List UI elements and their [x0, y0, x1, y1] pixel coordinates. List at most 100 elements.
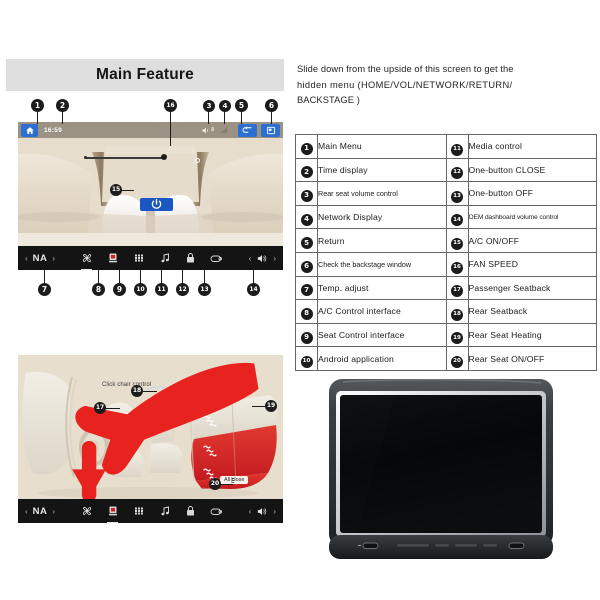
row-number-cell: 4 — [295, 204, 318, 230]
one-button-close-icon — [187, 253, 195, 263]
legend-number: 17 — [451, 285, 463, 298]
callout-14: 14 — [247, 283, 260, 296]
leader-line-9 — [119, 270, 120, 284]
all-close-badge[interactable]: All close — [220, 476, 249, 484]
return-arrow-icon — [242, 125, 252, 133]
legend-number: 18 — [451, 308, 463, 321]
table-row: 3 Rear seat volume control 13 One-button… — [295, 181, 597, 206]
leader-line-4 — [224, 110, 225, 124]
table-row: 1 Main Menu 11 Media control — [295, 134, 597, 159]
one-button-off-button[interactable] — [210, 252, 223, 265]
seat-control-icon — [108, 506, 117, 516]
legend-label: A/C ON/OFF — [467, 228, 597, 253]
heat-wave-icon — [231, 477, 235, 483]
callout-13: 13 — [198, 283, 211, 296]
media-control-button[interactable] — [158, 252, 171, 265]
callout-9: 9 — [113, 283, 126, 296]
fan-speed-min-dot — [84, 156, 87, 159]
legend-number: 2 — [300, 166, 313, 179]
return-button[interactable] — [238, 123, 257, 137]
vol-next-arrow[interactable]: › — [273, 254, 276, 263]
temp-adjust-control[interactable]: ‹ NA › — [25, 253, 55, 264]
page-title: Main Feature — [95, 66, 194, 83]
ac-control-button-2[interactable] — [80, 505, 93, 518]
row-number-cell: 2 — [295, 157, 318, 183]
legend-number: 15 — [451, 238, 463, 251]
vol-prev-arrow[interactable]: ‹ — [249, 254, 252, 263]
one-button-close-button[interactable] — [184, 252, 197, 265]
intro-line-3: BACKSTAGE ) — [297, 95, 360, 105]
android-apps-button[interactable] — [132, 252, 145, 265]
table-row: 9 Seat Control interface 19 Rear Seat He… — [295, 322, 597, 348]
media-control-button-2[interactable] — [158, 505, 171, 518]
seat-control-icon — [108, 253, 117, 263]
vol-prev-arrow-2[interactable]: ‹ — [249, 507, 252, 516]
legend-number: 10 — [300, 356, 313, 369]
legend-label: Check the backstage window — [317, 251, 447, 277]
rear-seat-volume-control[interactable]: 8 — [201, 126, 214, 135]
right-column: Slide down from the upside of this scree… — [292, 0, 600, 600]
legend-number: 14 — [451, 214, 463, 227]
table-row: 7 Temp. adjust 17 Passenger Seatback — [295, 275, 597, 301]
table-row: 5 Return 15 A/C ON/OFF — [295, 228, 597, 253]
leader-line-12 — [182, 270, 183, 284]
speaker-icon — [258, 507, 267, 515]
legend-number: 9 — [300, 331, 313, 344]
temp-prev-arrow[interactable]: ‹ — [25, 254, 28, 263]
callout-7: 7 — [38, 283, 51, 296]
seat-control-button[interactable] — [106, 252, 119, 265]
row-number-cell: 20 — [445, 346, 469, 371]
temp-prev-arrow-2[interactable]: ‹ — [25, 507, 28, 516]
oem-dashboard-volume-control-2[interactable]: ‹ › — [249, 506, 276, 517]
callout-3: 3 — [203, 100, 215, 112]
product-photo-headrest-monitor — [325, 375, 557, 565]
callout-2: 2 — [56, 99, 69, 112]
leader-line-5 — [241, 110, 242, 124]
android-apps-button-2[interactable] — [132, 505, 145, 518]
backstage-button[interactable] — [261, 123, 280, 137]
seat-control-button-2[interactable] — [106, 505, 119, 523]
row-number-cell: 3 — [295, 181, 318, 206]
signal-triangle-icon — [219, 127, 228, 133]
network-display[interactable] — [219, 122, 228, 139]
table-row: 2 Time display 12 One-button CLOSE — [295, 157, 597, 183]
fan-speed-track[interactable] — [86, 157, 164, 159]
feature-table-body: 1 Main Menu 11 Media control 2 Time disp… — [295, 134, 597, 371]
row-number-cell: 1 — [295, 134, 318, 159]
home-button[interactable] — [21, 123, 38, 137]
row-number-cell: 9 — [295, 322, 318, 348]
ac-control-button[interactable] — [80, 252, 93, 270]
screenshot-seat-control: Click chair control All close ‹ NA › ‹ › — [18, 355, 283, 523]
one-button-off-button-2[interactable] — [210, 505, 223, 518]
ac-power-button[interactable] — [140, 198, 173, 211]
leader-line-7 — [44, 270, 45, 284]
legend-label: FAN SPEED — [467, 251, 597, 277]
screenshot-main-menu: 16:59 8 ‹ NA › ‹ › — [18, 122, 283, 270]
row-number-cell: 5 — [295, 228, 318, 253]
legend-label: Rear Seat Heating — [467, 322, 597, 348]
callout-19: 19 — [265, 400, 277, 412]
vol-next-arrow-2[interactable]: › — [273, 507, 276, 516]
legend-label: One-button OFF — [467, 181, 597, 206]
row-number-cell: 13 — [445, 181, 469, 206]
one-button-close-button-2[interactable] — [184, 505, 197, 518]
legend-label: Return — [317, 228, 447, 253]
temp-adjust-control-2[interactable]: ‹ NA › — [25, 506, 55, 517]
oem-dashboard-volume-control[interactable]: ‹ › — [249, 253, 276, 264]
bottom-toolbar: ‹ NA › ‹ › — [18, 246, 283, 270]
leader-line-20 — [221, 484, 233, 485]
callout-11: 11 — [155, 283, 168, 296]
ac-control-icon — [82, 506, 91, 516]
time-display: 16:59 — [44, 126, 63, 134]
legend-number: 11 — [451, 143, 463, 156]
backstage-window-icon — [266, 126, 275, 134]
intro-line-2: hidden menu (HOME/VOL/NETWORK/RETURN/ — [297, 79, 513, 90]
row-number-cell: 18 — [445, 299, 469, 324]
click-chair-hint: Click chair control — [102, 382, 152, 388]
fan-speed-thumb[interactable] — [161, 154, 167, 160]
row-number-cell: 10 — [295, 346, 318, 371]
legend-label: Temp. adjust — [317, 275, 447, 301]
legend-label: Network Display — [317, 204, 447, 230]
one-button-close-icon — [187, 506, 195, 516]
one-button-off-icon — [210, 508, 223, 515]
